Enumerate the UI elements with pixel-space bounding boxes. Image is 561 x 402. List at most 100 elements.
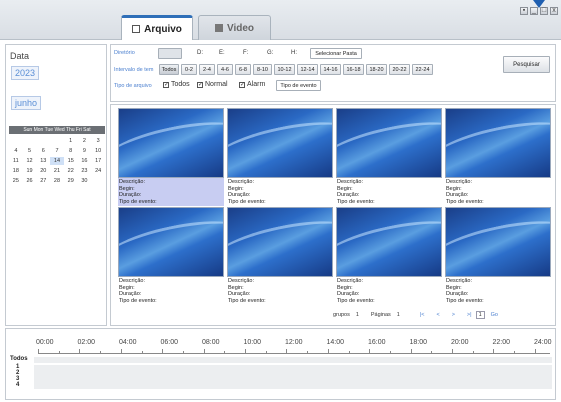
calendar-day[interactable]: 29 xyxy=(64,177,78,185)
calendar-day[interactable]: 5 xyxy=(23,147,37,155)
calendar-day[interactable]: 30 xyxy=(78,177,92,185)
timeline-hour-label: 22:00 xyxy=(492,339,511,346)
timeline-channel-track[interactable] xyxy=(34,383,552,389)
prev-page-button[interactable]: < xyxy=(436,312,439,318)
recording-card[interactable]: Descrição: Begin: Duração: Tipo de evento: xyxy=(118,108,224,208)
type-todos-checkbox[interactable]: ✓ Todos xyxy=(163,81,190,88)
calendar-day[interactable]: 1 xyxy=(64,137,78,145)
drive-f[interactable]: F: xyxy=(243,50,248,56)
calendar-day[interactable]: 15 xyxy=(64,157,78,165)
document-icon xyxy=(132,25,141,33)
recording-card[interactable]: Descrição: Begin: Duração: Tipo de evento: xyxy=(227,207,333,307)
page-input[interactable]: 1 xyxy=(475,311,485,319)
interval-button[interactable]: 16-18 xyxy=(343,64,364,75)
calendar-day[interactable]: 8 xyxy=(64,147,78,155)
tab-arquivo[interactable]: Arquivo xyxy=(121,15,193,40)
checkbox-check-icon: ✓ xyxy=(197,81,204,88)
file-type-label: Tipo de arquivo xyxy=(114,83,152,89)
calendar-day[interactable]: 12 xyxy=(23,157,37,165)
interval-button[interactable]: 6-8 xyxy=(235,64,251,75)
interval-button[interactable]: 14-16 xyxy=(320,64,341,75)
minimize-button[interactable]: _ xyxy=(530,7,538,15)
calendar-day[interactable]: 22 xyxy=(64,167,78,175)
drive-e[interactable]: E: xyxy=(219,50,225,56)
calendar-grid: 1 2 3 4 5 6 7 8 9 10 11 12 13 14 15 16 17 18 19 20 21 22 23 24 2… xyxy=(9,137,105,185)
calendar-day[interactable]: 17 xyxy=(91,157,105,165)
interval-button[interactable]: 22-24 xyxy=(412,64,433,75)
drive-g[interactable]: G: xyxy=(267,50,273,56)
calendar-day[interactable]: 28 xyxy=(50,177,64,185)
recording-card[interactable]: Descrição: Begin: Duração: Tipo de evento: xyxy=(336,207,442,307)
calendar-day[interactable]: 11 xyxy=(9,157,23,165)
calendar-day[interactable]: 3 xyxy=(91,137,105,145)
recording-field-label: Tipo de evento: xyxy=(337,297,375,304)
interval-button[interactable]: 4-6 xyxy=(217,64,233,75)
go-button[interactable]: Go xyxy=(491,312,498,318)
calendar-day[interactable]: 24 xyxy=(91,167,105,175)
interval-button[interactable]: 20-22 xyxy=(389,64,410,75)
recording-card[interactable]: Descrição: Begin: Duração: Tipo de evento: xyxy=(445,207,551,307)
calendar-day[interactable]: 14 xyxy=(50,157,64,165)
recording-thumbnail[interactable] xyxy=(227,108,333,178)
type-alarm-checkbox[interactable]: ✓ Alarm xyxy=(239,81,265,88)
interval-button[interactable]: 2-4 xyxy=(199,64,215,75)
year-selector[interactable]: 2023 xyxy=(11,66,40,80)
calendar-day[interactable]: 21 xyxy=(50,167,64,175)
close-button[interactable]: x xyxy=(550,7,558,15)
calendar-day[interactable]: 10 xyxy=(91,147,105,155)
recording-field-label: Tipo de evento: xyxy=(337,198,375,205)
drive-d[interactable]: D: xyxy=(197,50,203,56)
interval-button[interactable]: Todos xyxy=(159,64,179,75)
calendar-day[interactable]: 20 xyxy=(36,167,50,175)
timeline-tick xyxy=(120,349,122,353)
drive-h[interactable]: H: xyxy=(291,50,297,56)
timeline-channel-track[interactable] xyxy=(34,357,552,363)
calendar-day[interactable]: 6 xyxy=(36,147,50,155)
timeline-ruler[interactable] xyxy=(38,349,550,354)
calendar-day[interactable]: 13 xyxy=(36,157,50,165)
tab-video[interactable]: Video xyxy=(198,15,271,40)
recording-thumbnail[interactable] xyxy=(445,207,551,277)
recording-card[interactable]: Descrição: Begin: Duração: Tipo de evento: xyxy=(336,108,442,208)
type-normal-checkbox[interactable]: ✓ Normal xyxy=(197,81,228,88)
calendar-day[interactable]: 9 xyxy=(78,147,92,155)
timeline-hour-label: 08:00 xyxy=(202,339,220,346)
calendar-day[interactable]: 25 xyxy=(9,177,23,185)
last-page-button[interactable]: >| xyxy=(467,312,472,318)
maximize-button[interactable]: □ xyxy=(540,7,548,15)
interval-button[interactable]: 0-2 xyxy=(181,64,197,75)
calendar-day[interactable]: 19 xyxy=(23,167,37,175)
month-selector[interactable]: junho xyxy=(11,96,42,110)
timeline-hour-label: 02:00 xyxy=(77,339,96,346)
event-type-button[interactable]: Tipo de evento xyxy=(276,80,321,91)
recording-thumbnail[interactable] xyxy=(118,207,224,277)
search-button[interactable]: Pesquisar xyxy=(503,56,550,73)
interval-button[interactable]: 8-10 xyxy=(253,64,272,75)
calendar-day[interactable]: 18 xyxy=(9,167,23,175)
next-page-button[interactable]: > xyxy=(452,312,455,318)
recording-thumbnail[interactable] xyxy=(336,108,442,178)
recording-card[interactable]: Descrição: Begin: Duração: Tipo de evento: xyxy=(445,108,551,208)
calendar-day[interactable]: 16 xyxy=(78,157,92,165)
first-page-button[interactable]: |< xyxy=(420,312,425,318)
calendar-day[interactable]: 26 xyxy=(23,177,37,185)
recording-card[interactable]: Descrição: Begin: Duração: Tipo de evento: xyxy=(227,108,333,208)
select-folder-button[interactable]: Selecionar Pasta xyxy=(310,48,362,59)
calendar-day[interactable]: 2 xyxy=(78,137,92,145)
recording-card[interactable]: Descrição: Begin: Duração: Tipo de evento: xyxy=(118,207,224,307)
calendar-day[interactable]: 4 xyxy=(9,147,23,155)
screenshot-button[interactable]: ▪ xyxy=(520,7,528,15)
recording-thumbnail[interactable] xyxy=(227,207,333,277)
recording-thumbnail[interactable] xyxy=(118,108,224,178)
interval-button[interactable]: 10-12 xyxy=(274,64,295,75)
calendar-day[interactable]: 23 xyxy=(78,167,92,175)
directory-drive-button[interactable] xyxy=(158,48,182,59)
recording-thumbnail[interactable] xyxy=(336,207,442,277)
calendar-day[interactable]: 7 xyxy=(50,147,64,155)
timeline-hour-label: 14:00 xyxy=(326,339,345,346)
interval-button[interactable]: 18-20 xyxy=(366,64,387,75)
calendar-day[interactable]: 27 xyxy=(36,177,50,185)
interval-button[interactable]: 12-14 xyxy=(297,64,318,75)
recording-meta: Descrição: Begin: Duração: Tipo de evento: xyxy=(336,277,442,305)
recording-thumbnail[interactable] xyxy=(445,108,551,178)
